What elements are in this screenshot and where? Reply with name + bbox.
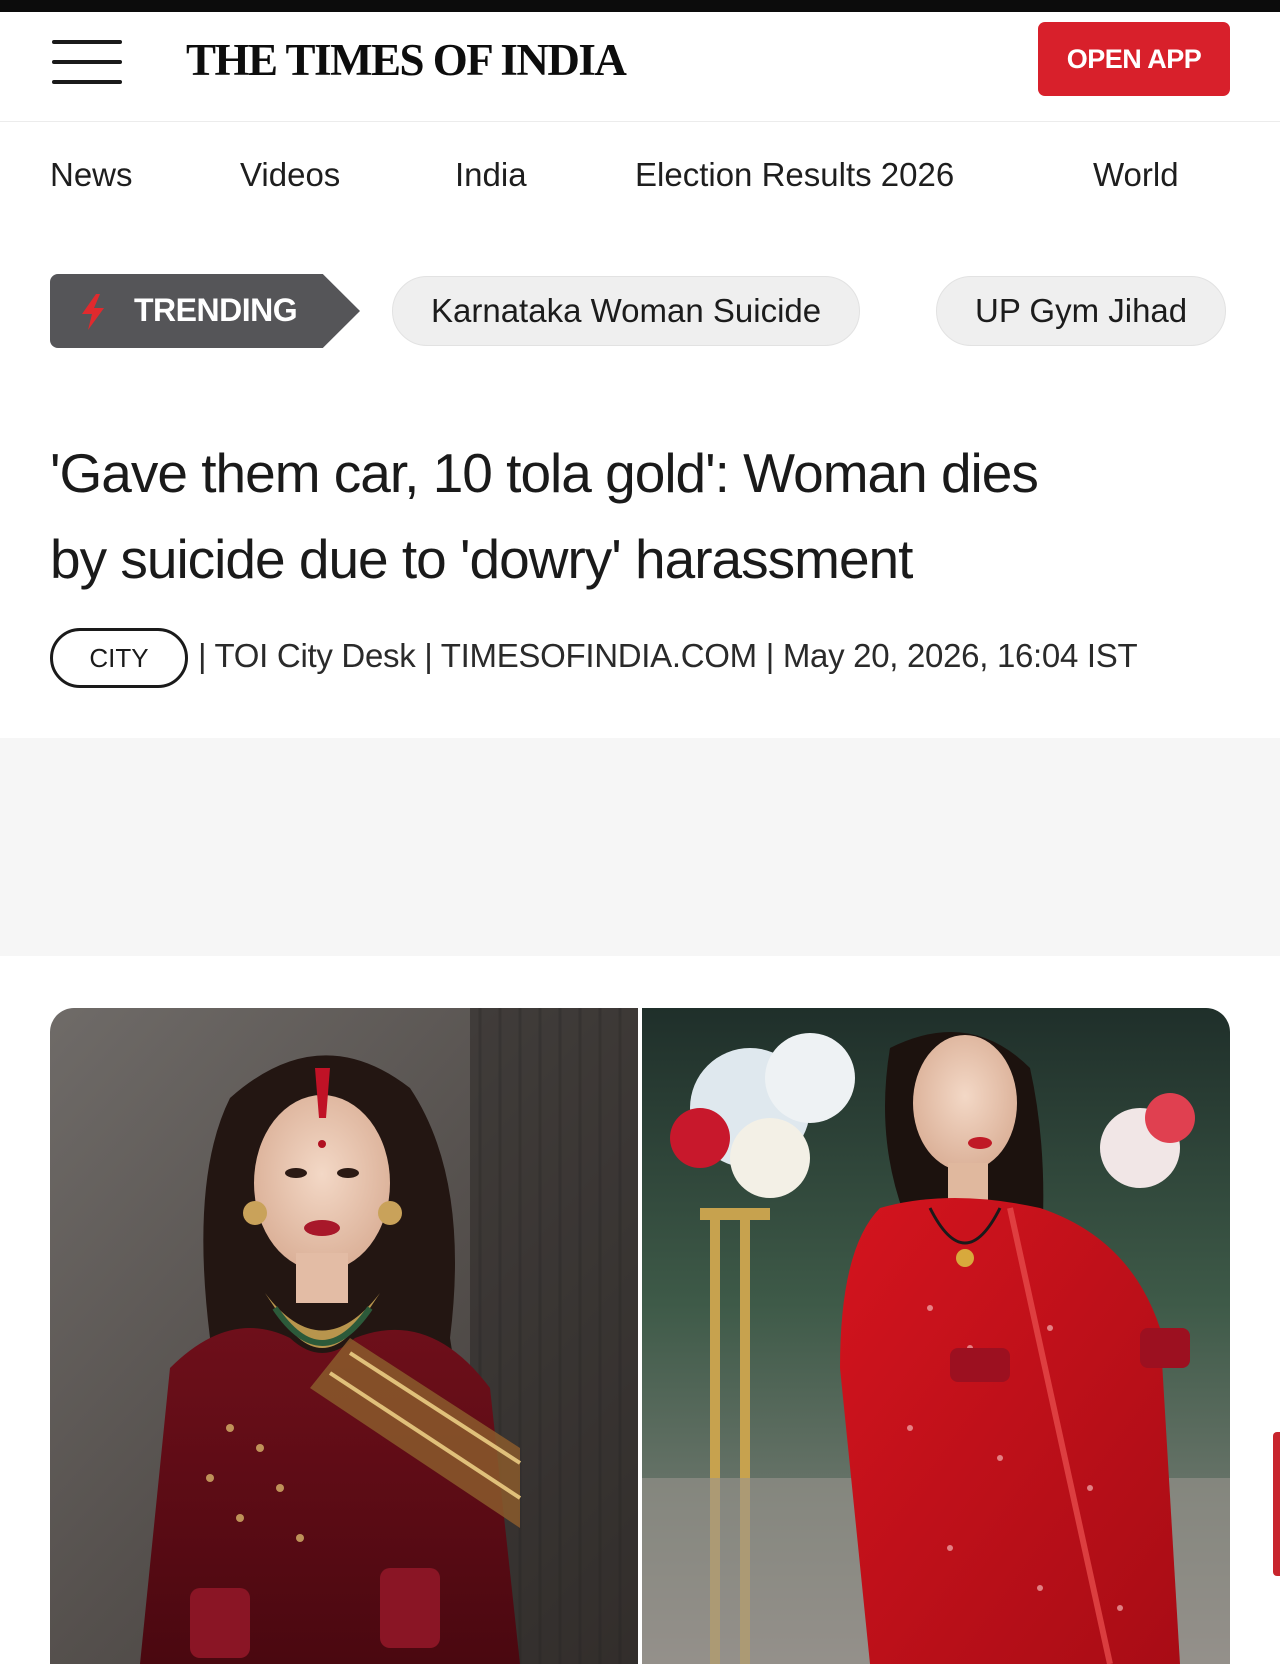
category-tag-city[interactable]: CITY [50,628,188,688]
trending-label: TRENDING [50,274,360,348]
open-app-button[interactable]: OPEN APP [1038,22,1230,96]
trending-bar: TRENDING Karnataka Woman Suicide UP Gym … [0,274,1280,348]
hamburger-menu-icon[interactable] [52,40,122,84]
article-byline: CITY | TOI City Desk | TIMESOFINDIA.COM … [50,628,1250,688]
site-logo[interactable]: THE TIMES OF INDIA [186,34,627,86]
nav-item-world[interactable]: World [1093,156,1179,194]
trending-chip-karnataka-woman-suicide[interactable]: Karnataka Woman Suicide [392,276,861,346]
headline-line-1: 'Gave them car, 10 tola gold': Woman die… [50,442,1039,504]
site-header: THE TIMES OF INDIA OPEN APP [0,12,1280,122]
side-drawer-handle[interactable] [1273,1432,1280,1576]
nav-item-news[interactable]: News [50,156,133,194]
lightning-bolt-icon [82,294,104,330]
headline-line-2: by suicide due to 'dowry' harassment [50,528,913,590]
article-hero-image[interactable] [50,1008,1230,1664]
ad-placeholder [0,738,1280,956]
trending-chip-up-gym-jihad[interactable]: UP Gym Jihad [936,276,1227,346]
article-meta: | TOI City Desk | TIMESOFINDIA.COM | May… [198,637,1138,674]
main-nav: News Videos India Election Results 2026 … [0,150,1280,202]
trending-text: TRENDING [134,292,298,328]
nav-item-election-results[interactable]: Election Results 2026 [635,156,954,194]
nav-item-videos[interactable]: Videos [240,156,340,194]
status-strip [0,0,1280,12]
article-headline: 'Gave them car, 10 tola gold': Woman die… [50,430,1240,602]
nav-item-india[interactable]: India [455,156,527,194]
hero-photo-collage [50,1008,1230,1664]
